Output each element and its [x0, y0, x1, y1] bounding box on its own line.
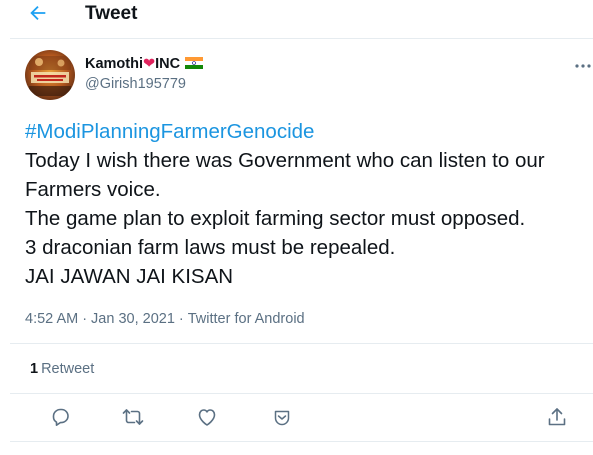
heart-icon: ❤: [143, 56, 156, 72]
author-name-text: Kamothi: [85, 56, 143, 72]
meta-divider: [10, 343, 593, 344]
retweet-label: Retweet: [41, 361, 95, 377]
retweet-icon: [122, 409, 144, 425]
author-display-name[interactable]: Kamothi❤INC: [85, 56, 204, 72]
like-icon: [198, 409, 216, 426]
avatar[interactable]: [25, 50, 75, 100]
author-handle[interactable]: @Girish195779: [85, 76, 186, 92]
share-button[interactable]: [545, 405, 569, 429]
tweet-line: Today I wish there was Government who ca…: [25, 149, 545, 172]
tweet-source[interactable]: Twitter for Android: [188, 311, 305, 327]
back-button[interactable]: [27, 2, 49, 24]
tweet-header: Tweet: [0, 0, 593, 30]
retweet-button[interactable]: [121, 405, 145, 429]
tweet-meta: 4:52 AM · Jan 30, 2021 · Twitter for Android: [25, 310, 305, 328]
tweet-text: #ModiPlanningFarmerGenocide Today I wish…: [25, 117, 590, 291]
tweet-line: 3 draconian farm laws must be repealed.: [25, 236, 396, 259]
author-name-suffix: INC: [155, 56, 181, 72]
tweet-line: JAI JAWAN JAI KISAN: [25, 265, 234, 288]
reply-button[interactable]: [49, 405, 73, 429]
bottom-divider: [10, 441, 593, 442]
retweet-stats[interactable]: 1 Retweet: [30, 360, 94, 378]
tweet-date[interactable]: Jan 30, 2021: [91, 311, 175, 327]
reply-icon: [52, 408, 69, 426]
arrow-left-icon: [30, 5, 46, 21]
india-flag-icon: [185, 57, 204, 69]
user-avatar: [25, 50, 75, 100]
header-divider: [10, 38, 593, 39]
tweet-line: Farmers voice.: [25, 178, 161, 201]
bookmark-button[interactable]: [270, 405, 294, 429]
tweet-time[interactable]: 4:52 AM: [25, 311, 78, 327]
more-icon: [575, 64, 591, 68]
retweet-count: 1: [30, 361, 39, 377]
meta-separator: ·: [82, 311, 88, 327]
share-icon: [548, 408, 566, 426]
like-button[interactable]: [195, 405, 219, 429]
hashtag-link[interactable]: #ModiPlanningFarmerGenocide: [25, 117, 590, 146]
tweet-line: The game plan to exploit farming sector …: [25, 207, 526, 230]
page-title: Tweet: [85, 3, 138, 24]
meta-separator: ·: [178, 311, 184, 327]
stats-divider: [10, 393, 593, 394]
bookmark-icon: [274, 410, 290, 426]
more-options-button[interactable]: [574, 58, 592, 68]
